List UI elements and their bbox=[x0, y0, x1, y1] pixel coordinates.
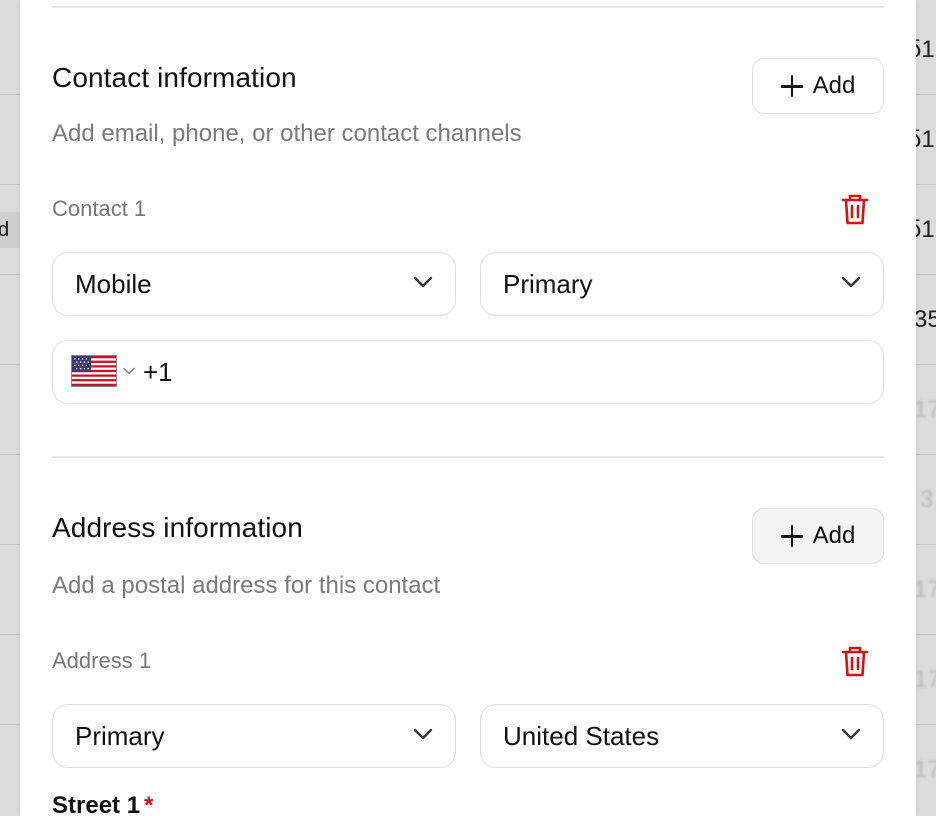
contact-section-title: Contact information bbox=[52, 62, 297, 93]
address-item-label: Address 1 bbox=[52, 648, 152, 673]
street-1-label-text: Street 1 bbox=[52, 792, 141, 816]
background-row-divider bbox=[0, 184, 20, 185]
trash-icon bbox=[841, 646, 869, 677]
background-row-divider bbox=[0, 94, 20, 95]
address-section-title: Address information bbox=[52, 512, 303, 543]
phone-field bbox=[52, 340, 884, 404]
background-row-divider bbox=[916, 364, 936, 365]
background-cell: δ17 bbox=[916, 216, 936, 243]
address-section-subtitle: Add a postal address for this contact bbox=[52, 572, 441, 599]
contact-form-panel: Contact information Add email, phone, or… bbox=[20, 0, 916, 816]
background-row-divider bbox=[916, 274, 936, 275]
us-flag-icon bbox=[71, 355, 117, 387]
background-row-divider bbox=[0, 274, 20, 275]
chevron-down-icon bbox=[841, 276, 861, 288]
background-row-divider bbox=[916, 634, 936, 635]
add-address-button[interactable]: Add bbox=[752, 508, 884, 564]
background-row-divider bbox=[0, 724, 20, 725]
background-cell: 17 bbox=[916, 756, 936, 783]
chevron-down-icon bbox=[123, 367, 135, 375]
chevron-down-icon bbox=[841, 728, 861, 740]
contact-section-subtitle: Add email, phone, or other contact chann… bbox=[52, 120, 522, 147]
section-divider bbox=[52, 6, 884, 8]
background-cell: 17 bbox=[916, 666, 936, 693]
country-code-selector[interactable] bbox=[71, 355, 141, 389]
background-row-divider bbox=[0, 544, 20, 545]
background-cell: d bbox=[0, 212, 20, 248]
address-country-value: United States bbox=[503, 721, 660, 751]
background-row-divider bbox=[0, 634, 20, 635]
background-row-divider bbox=[916, 724, 936, 725]
trash-icon bbox=[841, 194, 869, 225]
background-row-divider bbox=[0, 454, 20, 455]
background-row-divider bbox=[0, 364, 20, 365]
delete-contact-button[interactable] bbox=[840, 192, 870, 226]
add-address-label: Add bbox=[812, 522, 856, 549]
contact-type-select[interactable]: Mobile bbox=[52, 252, 456, 316]
delete-address-button[interactable] bbox=[840, 644, 870, 678]
background-row-divider bbox=[916, 94, 936, 95]
required-marker: * bbox=[144, 792, 154, 816]
background-cell: δ17 bbox=[916, 36, 936, 63]
background-cell: δ17 bbox=[916, 126, 936, 153]
section-divider bbox=[52, 456, 884, 458]
contact-item-label: Contact 1 bbox=[52, 196, 147, 221]
background-row-divider bbox=[916, 184, 936, 185]
background-row-divider bbox=[916, 544, 936, 545]
phone-number-input[interactable] bbox=[143, 341, 863, 403]
contact-priority-select[interactable]: Primary bbox=[480, 252, 884, 316]
contact-type-value: Mobile bbox=[75, 269, 152, 299]
street-1-label: Street 1 * bbox=[52, 792, 153, 816]
plus-icon bbox=[780, 75, 803, 97]
background-row-divider bbox=[916, 454, 936, 455]
background-right-column: δ17 δ17 δ17 35 17 3 17 17 17 bbox=[916, 0, 936, 816]
add-contact-button[interactable]: Add bbox=[752, 58, 884, 114]
plus-icon bbox=[780, 525, 803, 547]
background-cell: 17 bbox=[916, 396, 936, 423]
background-cell: 35 bbox=[916, 306, 936, 333]
chevron-down-icon bbox=[413, 276, 433, 288]
chevron-down-icon bbox=[413, 728, 433, 740]
address-country-select[interactable]: United States bbox=[480, 704, 884, 768]
add-contact-label: Add bbox=[812, 72, 856, 99]
address-type-value: Primary bbox=[75, 721, 165, 751]
contact-priority-value: Primary bbox=[503, 269, 593, 299]
background-cell: 3 bbox=[920, 486, 934, 513]
address-type-select[interactable]: Primary bbox=[52, 704, 456, 768]
background-cell: 17 bbox=[916, 576, 936, 603]
